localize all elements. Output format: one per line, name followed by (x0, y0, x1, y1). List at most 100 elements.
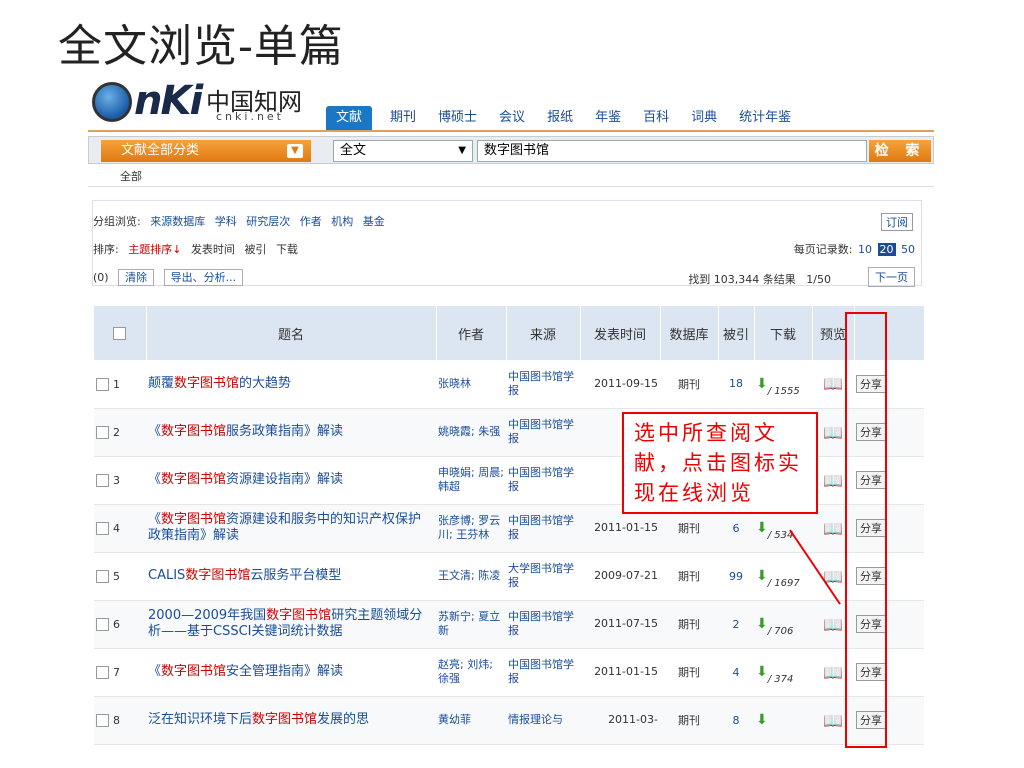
citation-count[interactable]: 2 (720, 618, 752, 631)
select-all-checkbox[interactable] (113, 326, 127, 340)
book-preview-icon[interactable]: 📖 (823, 567, 843, 586)
search-field-select[interactable]: 全文 ▼ (333, 140, 473, 162)
table-row[interactable]: 1 颠覆数字图书馆的大趋势 张晓林 中国图书馆学报 2011-09-15 期刊 18 ⬇/ 1… (94, 360, 924, 409)
row-checkbox[interactable] (96, 377, 109, 391)
book-preview-icon[interactable]: 📖 (823, 423, 843, 442)
per-page-10[interactable]: 10 (858, 243, 872, 256)
category-dropdown[interactable]: 文献全部分类 ▼ (101, 140, 311, 162)
row-select: 2 (94, 408, 146, 457)
download-icon[interactable]: ⬇ (756, 616, 768, 632)
source-link[interactable]: 中国图书馆学报 (508, 658, 578, 686)
source-link[interactable]: 中国图书馆学报 (508, 466, 578, 494)
export-button[interactable]: 导出、分析... (163, 269, 244, 286)
download-count: / 1697 (767, 578, 800, 589)
row-checkbox[interactable] (96, 426, 109, 439)
book-preview-icon[interactable]: 📖 (823, 615, 843, 634)
row-checkbox[interactable] (96, 522, 109, 535)
per-page-label: 每页记录数: (793, 243, 853, 256)
article-title-link[interactable]: 2000—2009年我国数字图书馆研究主题领域分析——基于CSSCI关键词统计数… (148, 608, 434, 640)
article-title-link[interactable]: 《数字图书馆服务政策指南》解读 (148, 424, 434, 440)
table-row[interactable]: 5 CALIS数字图书馆云服务平台模型 王文清; 陈凌 大学图书馆学报 2009-07-… (94, 552, 924, 601)
group-institution[interactable]: 机构 (331, 215, 353, 228)
author-link[interactable]: 苏新宁; 夏立新 (438, 610, 504, 638)
citation-count[interactable]: 8 (720, 714, 752, 727)
row-author-cell: 张晓林 (436, 360, 506, 409)
download-icon[interactable]: ⬇ (756, 376, 768, 392)
tab-theses[interactable]: 博硕士 (438, 106, 477, 130)
book-preview-icon[interactable]: 📖 (823, 471, 843, 490)
search-button[interactable]: 检 索 (869, 140, 931, 162)
tab-newspapers[interactable]: 报纸 (547, 106, 573, 130)
select-all-cell[interactable] (94, 306, 147, 360)
group-level[interactable]: 研究层次 (246, 215, 290, 228)
table-row[interactable]: 6 2000—2009年我国数字图书馆研究主题领域分析——基于CSSCI关键词统计… (94, 600, 924, 649)
group-subject[interactable]: 学科 (215, 215, 237, 228)
download-icon[interactable]: ⬇ (756, 568, 768, 584)
group-source-db[interactable]: 来源数据库 (150, 215, 205, 228)
book-preview-icon[interactable]: 📖 (823, 711, 843, 730)
cnki-logo[interactable]: nKi 中国知网 cnki.net (92, 78, 322, 126)
book-preview-icon[interactable]: 📖 (823, 519, 843, 538)
per-page-50[interactable]: 50 (901, 243, 915, 256)
source-link[interactable]: 中国图书馆学报 (508, 514, 578, 542)
chevron-down-icon[interactable]: ▼ (287, 144, 303, 158)
source-link[interactable]: 中国图书馆学报 (508, 370, 578, 398)
search-input[interactable]: 数字图书馆 (477, 140, 867, 162)
row-checkbox[interactable] (96, 570, 109, 583)
article-title-link[interactable]: 《数字图书馆资源建设指南》解读 (148, 472, 434, 488)
tab-yearbooks[interactable]: 年鉴 (595, 106, 621, 130)
row-dl-cell: ⬇/ 706 (754, 600, 812, 649)
article-title-link[interactable]: 《数字图书馆资源建设和服务中的知识产权保护政策指南》解读 (148, 512, 434, 544)
sort-downloads[interactable]: 下载 (276, 243, 298, 256)
citation-count[interactable]: 4 (720, 666, 752, 679)
source-link[interactable]: 情报理论与 (508, 713, 578, 727)
source-link[interactable]: 中国图书馆学报 (508, 610, 578, 638)
download-icon[interactable]: ⬇ (756, 664, 768, 680)
source-link[interactable]: 大学图书馆学报 (508, 562, 578, 590)
citation-count[interactable]: 6 (720, 522, 752, 535)
sort-date[interactable]: 发表时间 (191, 243, 235, 256)
article-title-link[interactable]: 《数字图书馆安全管理指南》解读 (148, 664, 434, 680)
sort-relevance[interactable]: 主题排序↓ (128, 243, 181, 256)
author-link[interactable]: 姚晓霞; 朱强 (438, 425, 504, 439)
table-row[interactable]: 7 《数字图书馆安全管理指南》解读 赵亮; 刘炜; 徐强 中国图书馆学报 2011-01… (94, 648, 924, 697)
download-icon[interactable]: ⬇ (756, 712, 768, 728)
book-preview-icon[interactable]: 📖 (823, 374, 843, 393)
tab-statistical-yearbook[interactable]: 统计年鉴 (739, 106, 791, 130)
next-page-button[interactable]: 下一页 (868, 267, 915, 287)
citation-count[interactable]: 99 (720, 570, 752, 583)
tab-journals[interactable]: 期刊 (390, 106, 416, 130)
group-author[interactable]: 作者 (300, 215, 322, 228)
tab-conferences[interactable]: 会议 (499, 106, 525, 130)
table-row[interactable]: 8 泛在知识环境下后数字图书馆发展的思 黄幼菲 情报理论与 2011-03- 期刊 8 ⬇ 📖 分… (94, 696, 924, 745)
per-page-20[interactable]: 20 (877, 243, 896, 256)
sort-citations[interactable]: 被引 (244, 243, 266, 256)
citation-count[interactable]: 18 (720, 377, 752, 390)
article-title-link[interactable]: CALIS数字图书馆云服务平台模型 (148, 568, 434, 584)
article-title-link[interactable]: 泛在知识环境下后数字图书馆发展的思 (148, 712, 434, 728)
tab-literature[interactable]: 文献 (326, 106, 373, 130)
download-count: / 1555 (767, 385, 800, 397)
row-checkbox[interactable] (96, 618, 109, 631)
author-link[interactable]: 王文清; 陈凌 (438, 569, 504, 583)
group-fund[interactable]: 基金 (363, 215, 385, 228)
author-link[interactable]: 黄幼菲 (438, 713, 504, 727)
article-title-link[interactable]: 颠覆数字图书馆的大趋势 (148, 376, 434, 392)
author-link[interactable]: 张彦博; 罗云川; 王芬林 (438, 514, 504, 542)
clear-button[interactable]: 清除 (118, 269, 155, 286)
download-icon[interactable]: ⬇ (756, 520, 768, 536)
author-link[interactable]: 申晓娟; 周晨; 韩超 (438, 466, 504, 494)
author-link[interactable]: 张晓林 (438, 377, 504, 391)
col-citations[interactable]: 被引 (718, 306, 755, 360)
tab-encyclopedia[interactable]: 百科 (643, 106, 669, 130)
row-checkbox[interactable] (96, 474, 109, 487)
breadcrumb[interactable]: 全部 (120, 168, 142, 184)
book-preview-icon[interactable]: 📖 (823, 663, 843, 682)
author-link[interactable]: 赵亮; 刘炜; 徐强 (438, 658, 504, 686)
source-link[interactable]: 中国图书馆学报 (508, 418, 578, 446)
slide-title: 全文浏览-单篇 (58, 21, 344, 72)
subscribe-button[interactable]: 订阅 (881, 213, 913, 231)
row-checkbox[interactable] (96, 666, 109, 679)
tab-dictionary[interactable]: 词典 (691, 106, 717, 130)
row-checkbox[interactable] (96, 714, 109, 727)
